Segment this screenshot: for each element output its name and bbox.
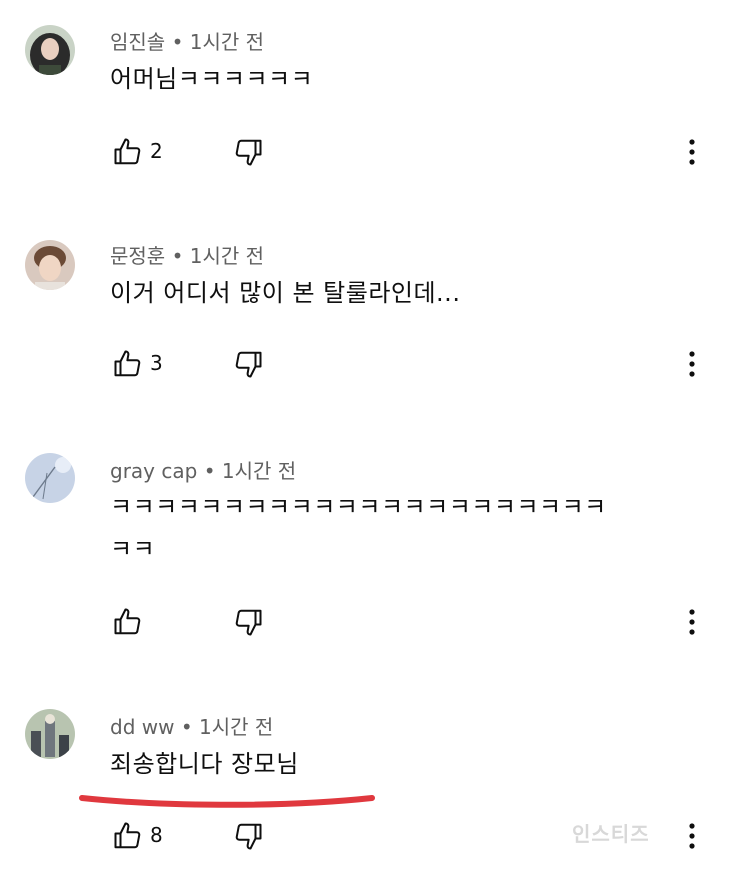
meta-separator: • (180, 715, 193, 739)
more-options-button[interactable] (680, 604, 704, 640)
comment-meta: dd ww • 1시간 전 (110, 711, 273, 740)
like-button[interactable] (110, 604, 146, 640)
cartoon-avatar-icon (25, 709, 75, 759)
comment-time: 1시간 전 (221, 459, 297, 483)
like-button[interactable] (110, 346, 146, 382)
comment-text: ㅋㅋㅋㅋㅋㅋㅋㅋㅋㅋㅋㅋㅋㅋㅋㅋㅋㅋㅋㅋㅋㅋ ㅋㅋ (110, 493, 607, 563)
comment-text: 어머님ㅋㅋㅋㅋㅋㅋ (110, 65, 314, 93)
comment-meta: 문정훈 • 1시간 전 (110, 240, 264, 269)
author-avatar[interactable] (25, 709, 75, 759)
author-name[interactable]: 임진솔 (110, 30, 165, 54)
author-avatar[interactable] (25, 25, 75, 75)
thumbs-up-icon (114, 822, 141, 849)
dislike-button[interactable] (230, 818, 266, 854)
girl-avatar-icon (25, 25, 75, 75)
meta-separator: • (171, 244, 184, 268)
thumbs-up-icon (114, 350, 141, 377)
author-name[interactable]: dd ww (110, 715, 174, 739)
comment-text: 죄송합니다 장모님 (110, 750, 299, 778)
like-button[interactable] (110, 818, 146, 854)
more-vert-icon (689, 139, 695, 165)
dislike-button[interactable] (230, 134, 266, 170)
comment-meta: gray cap • 1시간 전 (110, 455, 296, 484)
author-avatar[interactable] (25, 453, 75, 503)
thumbs-up-icon (114, 138, 141, 165)
dislike-button[interactable] (230, 346, 266, 382)
comment-meta: 임진솔 • 1시간 전 (110, 26, 264, 55)
face-avatar-icon (25, 240, 75, 290)
highlight-underline (79, 795, 375, 808)
like-count: 8 (150, 823, 163, 847)
more-options-button[interactable] (680, 134, 704, 170)
watermark-logo: 인스티즈 (572, 822, 650, 846)
thumbs-down-icon (235, 609, 262, 636)
more-vert-icon (689, 351, 695, 377)
comment-time: 1시간 전 (189, 244, 265, 268)
author-name[interactable]: 문정훈 (110, 244, 165, 268)
thumbs-down-icon (235, 351, 262, 378)
meta-separator: • (203, 459, 216, 483)
dislike-button[interactable] (230, 604, 266, 640)
author-name[interactable]: gray cap (110, 459, 197, 483)
comment-time: 1시간 전 (189, 30, 265, 54)
meta-separator: • (171, 30, 184, 54)
more-options-button[interactable] (680, 818, 704, 854)
thumbs-down-icon (235, 139, 262, 166)
more-vert-icon (689, 823, 695, 849)
author-avatar[interactable] (25, 240, 75, 290)
thumbs-up-icon (114, 608, 141, 635)
like-count: 3 (150, 351, 163, 375)
comment-text: 이거 어디서 많이 본 탈룰라인데... (110, 279, 461, 307)
more-vert-icon (689, 609, 695, 635)
like-count: 2 (150, 139, 163, 163)
sky-avatar-icon (25, 453, 75, 503)
thumbs-down-icon (235, 823, 262, 850)
comment-time: 1시간 전 (198, 715, 274, 739)
like-button[interactable] (110, 134, 146, 170)
more-options-button[interactable] (680, 346, 704, 382)
